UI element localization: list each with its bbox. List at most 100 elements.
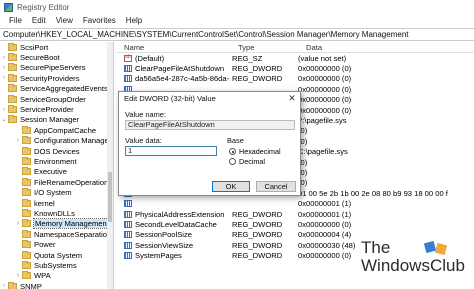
- collapsed-chevron-icon[interactable]: ›: [0, 65, 8, 71]
- column-header-data[interactable]: Data: [298, 43, 468, 52]
- value-row[interactable]: 0x00000001 (1): [116, 198, 474, 208]
- tree-item-label: Environment: [34, 156, 77, 166]
- value-name: da56a5e4-287c-4a5b-86da-1...: [135, 74, 230, 84]
- tree-item[interactable]: Quota System: [0, 250, 113, 260]
- dialog-title: Edit DWORD (32-bit) Value: [124, 94, 216, 103]
- menu-file[interactable]: File: [4, 16, 27, 25]
- hexadecimal-option[interactable]: Hexadecimal: [229, 147, 281, 156]
- collapsed-chevron-icon[interactable]: ›: [0, 107, 8, 113]
- tree-item[interactable]: › SecurityProviders: [0, 73, 113, 83]
- value-type: REG_DWORD: [232, 219, 283, 229]
- collapsed-chevron-icon[interactable]: ›: [14, 273, 22, 279]
- value-data: 0x00000000 (0): [298, 95, 352, 105]
- value-row[interactable]: PhysicalAddressExtension REG_DWORD 0x00000…: [116, 209, 474, 219]
- tree-item-label: Quota System: [34, 250, 83, 260]
- menu-view[interactable]: View: [51, 16, 78, 25]
- value-name-cell: SessionViewSize: [116, 241, 230, 250]
- tree-item[interactable]: AppCompatCache: [0, 125, 113, 135]
- registry-tree: ScsiPort › SecureBoot › SecurePipeServers › Se…: [0, 42, 114, 289]
- collapsed-chevron-icon[interactable]: ›: [0, 283, 8, 289]
- value-type: REG_DWORD: [232, 209, 283, 219]
- column-header-name[interactable]: Name: [116, 43, 230, 52]
- tree-item-label: SubSystems: [34, 260, 77, 270]
- title-bar: Registry Editor: [0, 0, 474, 14]
- tree-item-label: I/O System: [34, 188, 72, 198]
- tree-item[interactable]: › SecureBoot: [0, 52, 113, 62]
- tree-item[interactable]: ⌄ Session Manager: [0, 115, 113, 125]
- dialog-close-icon[interactable]: ✕: [286, 93, 298, 104]
- tree-item[interactable]: kernel: [0, 198, 113, 208]
- value-data-field[interactable]: 1: [125, 146, 217, 156]
- windowsclub-logo-icon: [423, 240, 448, 256]
- value-data-label: Value data:: [125, 136, 162, 145]
- tree-item[interactable]: Environment: [0, 156, 113, 166]
- tree-item-label: Memory Management: [33, 218, 111, 230]
- tree-item-label: WPA: [34, 271, 51, 281]
- folder-icon: [8, 53, 17, 62]
- tree-scrollbar-thumb[interactable]: [108, 172, 112, 222]
- tree-item[interactable]: KnownDLLs: [0, 208, 113, 218]
- tree-item[interactable]: ScsiPort: [0, 42, 113, 52]
- folder-icon: [8, 94, 17, 103]
- tree-item[interactable]: ServiceGroupOrder: [0, 94, 113, 104]
- value-data: (0): [298, 136, 308, 146]
- tree-item[interactable]: I/O System: [0, 187, 113, 197]
- tree-item[interactable]: Power: [0, 239, 113, 249]
- tree-item-label: KnownDLLs: [34, 208, 75, 218]
- value-row[interactable]: (Default) REG_SZ (value not set): [116, 53, 474, 63]
- registry-editor-icon: [4, 2, 13, 12]
- value-name: SystemPages: [135, 251, 182, 261]
- column-header-type[interactable]: Type: [230, 43, 298, 52]
- decimal-option[interactable]: Decimal: [229, 157, 265, 166]
- address-bar[interactable]: Computer\HKEY_LOCAL_MACHINE\SYSTEM\Curre…: [0, 28, 474, 41]
- value-name: SecondLevelDataCache: [135, 219, 217, 229]
- collapsed-chevron-icon[interactable]: ›: [0, 75, 8, 81]
- menu-help[interactable]: Help: [121, 16, 147, 25]
- collapsed-chevron-icon[interactable]: ›: [0, 55, 8, 61]
- collapsed-chevron-icon[interactable]: ›: [14, 221, 22, 227]
- tree-item[interactable]: › SecurePipeServers: [0, 63, 113, 73]
- menu-favorites[interactable]: Favorites: [78, 16, 121, 25]
- hexadecimal-radio[interactable]: [229, 148, 236, 155]
- value-name-cell: SessionPoolSize: [116, 230, 230, 239]
- ok-button[interactable]: OK: [212, 181, 250, 192]
- value-data: ?:\pagefile.sys: [298, 116, 347, 126]
- value-name-cell: [116, 200, 230, 208]
- value-name-cell: SecondLevelDataCache: [116, 220, 230, 229]
- tree-item-label: Executive: [34, 167, 67, 177]
- collapsed-chevron-icon[interactable]: ›: [14, 138, 22, 144]
- folder-icon: [22, 146, 31, 155]
- menu-edit[interactable]: Edit: [27, 16, 51, 25]
- decimal-label: Decimal: [239, 157, 265, 166]
- tree-scrollbar[interactable]: [107, 42, 113, 289]
- value-name-field[interactable]: ClearPageFileAtShutdown: [125, 120, 295, 130]
- expanded-chevron-icon[interactable]: ⌄: [0, 116, 8, 123]
- value-name: (Default): [135, 53, 165, 63]
- value-row[interactable]: da56a5e4-287c-4a5b-86da-1... REG_DWORD 0x0…: [116, 74, 474, 84]
- tree-item[interactable]: › WPA: [0, 271, 113, 281]
- tree-item[interactable]: FileRenameOperations: [0, 177, 113, 187]
- tree-item[interactable]: ServiceAggregatedEvents: [0, 84, 113, 94]
- dialog-title-bar: Edit DWORD (32-bit) Value ✕: [119, 92, 300, 105]
- value-data: 0x00000001 (1): [298, 209, 352, 219]
- value-row[interactable]: ClearPageFileAtShutdown REG_DWORD 0x000000…: [116, 63, 474, 73]
- tree-item[interactable]: › ServiceProvider: [0, 104, 113, 114]
- tree-item[interactable]: Executive: [0, 167, 113, 177]
- folder-icon: [22, 229, 31, 238]
- tree-item-label: DOS Devices: [34, 146, 80, 156]
- tree-item[interactable]: › Configuration Manager: [0, 136, 113, 146]
- value-name: SessionPoolSize: [135, 230, 192, 240]
- cancel-button[interactable]: Cancel: [256, 181, 296, 192]
- reg-string-icon: [124, 54, 132, 62]
- tree-item[interactable]: SubSystems: [0, 260, 113, 270]
- tree-item[interactable]: › Memory Management: [0, 218, 113, 230]
- folder-icon: [22, 156, 31, 165]
- value-row[interactable]: SecondLevelDataCache REG_DWORD 0x00000000 …: [116, 219, 474, 229]
- tree-item[interactable]: › SNMP: [0, 281, 113, 289]
- tree-item[interactable]: NamespaceSeparation: [0, 229, 113, 239]
- decimal-radio[interactable]: [229, 158, 236, 165]
- value-data: (value not set): [298, 53, 347, 63]
- tree-item-label: SNMP: [20, 281, 42, 289]
- tree-item[interactable]: DOS Devices: [0, 146, 113, 156]
- reg-dword-icon: [124, 252, 132, 260]
